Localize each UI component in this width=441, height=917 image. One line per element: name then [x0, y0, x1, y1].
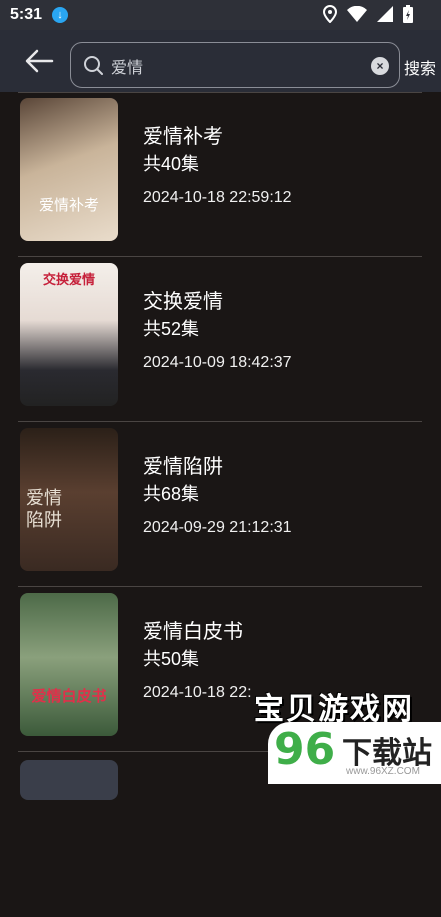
- result-date: 2024-10-09 18:42:37: [143, 354, 292, 371]
- result-title: 交换爱情: [143, 291, 223, 313]
- result-title: 爱情白皮书: [143, 621, 243, 643]
- cover-caption: 爱情白皮书: [31, 687, 107, 705]
- result-title: 爱情陷阱: [143, 456, 223, 478]
- cover-caption: 爱情陷阱: [26, 488, 62, 531]
- location-icon: [323, 5, 337, 23]
- back-arrow-icon[interactable]: [24, 48, 54, 74]
- status-bar: 5:31 ↓: [0, 0, 441, 30]
- watermark-logo: 96 下载站 www.96XZ.COM: [268, 722, 441, 784]
- result-item[interactable]: 交换爱情 交换爱情 共52集 2024-10-09 18:42:37: [0, 257, 441, 422]
- cover-image: 爱情陷阱: [20, 428, 118, 571]
- cover-image: 爱情补考: [20, 98, 118, 241]
- watermark-logo-url: www.96XZ.COM: [346, 766, 420, 777]
- result-episodes: 共50集: [143, 649, 200, 669]
- result-date: 2024-09-29 21:12:31: [143, 519, 292, 536]
- result-title: 爱情补考: [143, 126, 223, 148]
- download-notification-icon: ↓: [52, 7, 69, 23]
- search-icon: [84, 56, 103, 75]
- search-header: × 搜索: [0, 30, 441, 92]
- signal-icon: [377, 6, 393, 22]
- result-date: 2024-10-18 22:: [143, 684, 252, 701]
- clear-search-icon[interactable]: ×: [371, 57, 389, 75]
- search-input[interactable]: [109, 53, 353, 79]
- result-date: 2024-10-18 22:59:12: [143, 189, 292, 206]
- result-item[interactable]: 爱情陷阱 爱情陷阱 共68集 2024-09-29 21:12:31: [0, 422, 441, 587]
- result-item[interactable]: 爱情补考 爱情补考 共40集 2024-10-18 22:59:12: [0, 92, 441, 257]
- search-button[interactable]: 搜索: [404, 55, 436, 79]
- result-episodes: 共68集: [143, 484, 200, 504]
- cover-image: 交换爱情: [20, 263, 118, 406]
- watermark-logo-number: 96: [274, 724, 336, 775]
- result-episodes: 共40集: [143, 154, 200, 174]
- status-time: 5:31: [10, 6, 43, 23]
- cover-image: 爱情白皮书: [20, 593, 118, 736]
- cover-image: [20, 760, 118, 800]
- wifi-icon: [347, 6, 367, 22]
- battery-icon: [403, 5, 413, 23]
- status-icons: [323, 5, 413, 23]
- cover-caption: 交换爱情: [42, 273, 95, 288]
- cover-caption: 爱情补考: [38, 196, 99, 214]
- search-box[interactable]: ×: [70, 42, 400, 88]
- result-episodes: 共52集: [143, 319, 200, 339]
